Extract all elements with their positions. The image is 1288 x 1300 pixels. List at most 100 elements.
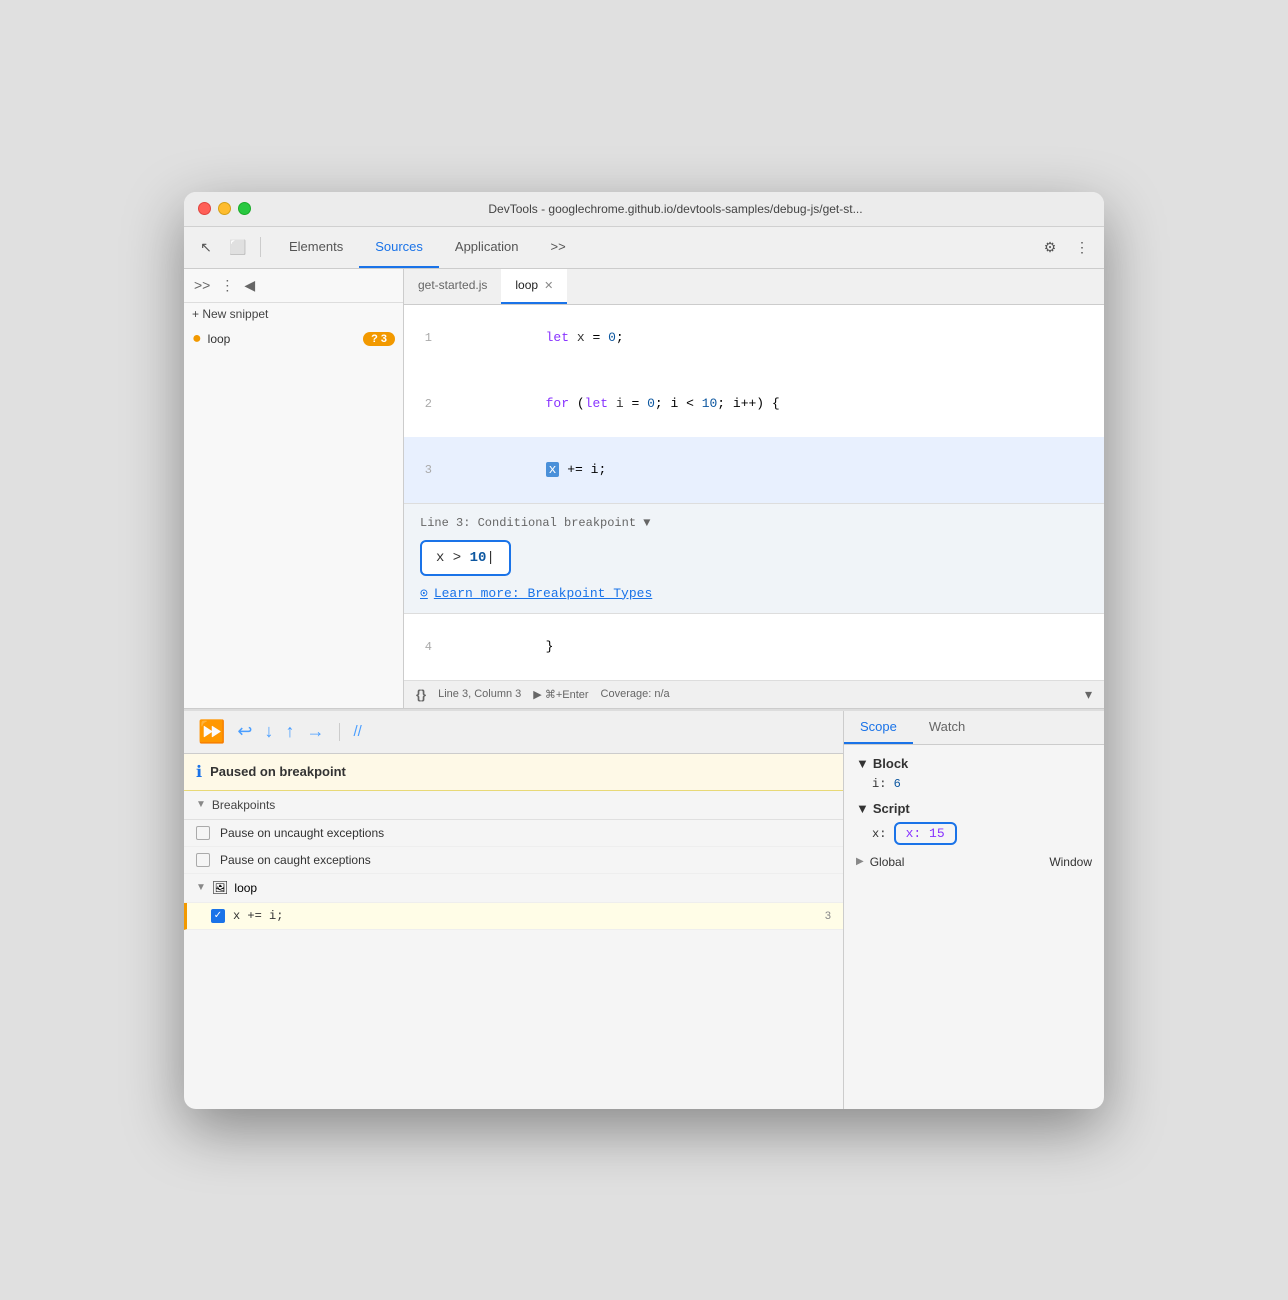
code-line-2: 2 for (let i = 0; i < 10; i++) {	[404, 371, 1104, 437]
scope-section-script: ▼ Script x: x: 15	[856, 798, 1092, 848]
scope-var-i: i: 6	[856, 774, 1092, 794]
line-code-4[interactable]: }	[444, 614, 1104, 680]
minimize-button[interactable]	[218, 202, 231, 215]
bp-popup-header: Line 3: Conditional breakpoint ▼	[420, 516, 1088, 530]
tab-close-icon[interactable]: ✕	[544, 279, 553, 292]
code-area: get-started.js loop ✕ 1 let x = 0;	[404, 269, 1104, 708]
code-tabs: get-started.js loop ✕	[404, 269, 1104, 305]
debug-separator	[339, 723, 340, 741]
line-code-1[interactable]: let x = 0;	[444, 305, 1104, 371]
global-label: Global	[870, 855, 905, 869]
more-panels-icon[interactable]: >>	[192, 275, 212, 295]
breakpoint-file-header[interactable]: ▼ 🖼 loop	[184, 874, 843, 903]
tab-elements[interactable]: Elements	[273, 227, 359, 268]
scope-tabs: Scope Watch	[844, 711, 1104, 745]
file-icon: ●	[192, 330, 202, 348]
sidebar-menu-icon[interactable]: ⋮	[218, 275, 236, 296]
line-number-2: 2	[404, 393, 444, 415]
deactivate-breakpoints-icon[interactable]: //	[352, 721, 364, 742]
breakpoints-section-header[interactable]: ▼ Breakpoints	[184, 791, 843, 820]
scope-section-block: ▼ Block i: 6	[856, 753, 1092, 794]
new-snippet-button[interactable]: + New snippet	[184, 303, 403, 325]
right-panel: Scope Watch ▼ Block i: 6	[844, 711, 1104, 1109]
traffic-lights	[198, 202, 251, 215]
line-code-3[interactable]: x += i;	[444, 437, 1104, 503]
step-over-button[interactable]: ↩	[235, 719, 254, 744]
pause-caught-label: Pause on caught exceptions	[220, 853, 371, 867]
line-number-1: 1	[404, 327, 444, 349]
line-number-3: 3	[404, 459, 444, 481]
code-line-3: 3 x += i;	[404, 437, 1104, 503]
breakpoint-file-name: loop	[234, 881, 257, 895]
tab-sources[interactable]: Sources	[359, 227, 439, 268]
header-right: ⚙ ⋮	[1036, 233, 1096, 261]
cursor-icon[interactable]: ↖	[192, 233, 220, 261]
maximize-button[interactable]	[238, 202, 251, 215]
tab-scope[interactable]: Scope	[844, 711, 913, 744]
scope-global[interactable]: ▶ Global Window	[856, 852, 1092, 872]
device-icon[interactable]: ⬜	[224, 233, 252, 261]
more-tabs-button[interactable]: >>	[535, 227, 582, 268]
left-panel: ⏩ ↩ ↓ ↑ → // ℹ Paused on breakpoint ▼ Br…	[184, 711, 844, 1109]
x-value-box: x: 15	[894, 822, 957, 845]
pause-uncaught-label: Pause on uncaught exceptions	[220, 826, 384, 840]
coverage-label: Coverage: n/a	[601, 688, 670, 700]
code-line-4: 4 }	[404, 614, 1104, 680]
global-value: Window	[1049, 855, 1092, 869]
more-options-icon[interactable]: ⋮	[1068, 233, 1096, 261]
run-button[interactable]: ▶ ⌘+Enter	[533, 688, 588, 701]
info-icon: ℹ	[196, 762, 202, 782]
pause-caught-item[interactable]: Pause on caught exceptions	[184, 847, 843, 874]
pause-caught-checkbox[interactable]	[196, 853, 210, 867]
step-into-button[interactable]: ↓	[263, 719, 276, 744]
file-toggle-icon: ▼	[196, 882, 206, 893]
scope-section-title-script[interactable]: ▼ Script	[856, 798, 1092, 819]
paused-info-bar: ℹ Paused on breakpoint	[184, 754, 843, 791]
breakpoint-badge: ? 3	[363, 332, 395, 346]
step-button[interactable]: →	[305, 719, 327, 744]
sidebar-header: >> ⋮ ◀	[184, 269, 403, 303]
file-name: loop	[208, 332, 357, 346]
breakpoint-input[interactable]: x > 10|	[420, 540, 511, 576]
cursor-position: Line 3, Column 3	[438, 688, 521, 700]
scope-section-title-block[interactable]: ▼ Block	[856, 753, 1092, 774]
breakpoint-line-num: 3	[825, 910, 831, 922]
sources-sidebar: >> ⋮ ◀ + New snippet ● loop ? 3	[184, 269, 404, 708]
code-tab-get-started[interactable]: get-started.js	[404, 269, 501, 304]
coverage-dropdown[interactable]: ▾	[1085, 686, 1092, 703]
pause-uncaught-checkbox[interactable]	[196, 826, 210, 840]
tab-application[interactable]: Application	[439, 227, 535, 268]
close-button[interactable]	[198, 202, 211, 215]
code-tab-loop[interactable]: loop ✕	[501, 269, 567, 304]
pause-uncaught-item[interactable]: Pause on uncaught exceptions	[184, 820, 843, 847]
devtools-header: ↖ ⬜ Elements Sources Application >> ⚙ ⋮	[184, 227, 1104, 269]
format-braces[interactable]: {}	[416, 687, 426, 702]
title-bar: DevTools - googlechrome.github.io/devtoo…	[184, 192, 1104, 227]
code-content: 1 let x = 0; 2 for (let i = 0; i < 10; i…	[404, 305, 1104, 680]
breakpoint-code: x += i;	[233, 909, 817, 923]
breakpoint-line-item[interactable]: ✓ x += i; 3	[184, 903, 843, 930]
bottom-panel: ⏩ ↩ ↓ ↑ → // ℹ Paused on breakpoint ▼ Br…	[184, 709, 1104, 1109]
debug-controls: ⏩ ↩ ↓ ↑ → //	[184, 711, 843, 754]
window-title: DevTools - googlechrome.github.io/devtoo…	[261, 202, 1090, 216]
settings-icon[interactable]: ⚙	[1036, 233, 1064, 261]
breakpoint-popup: Line 3: Conditional breakpoint ▼ x > 10|…	[404, 503, 1104, 614]
sources-area: >> ⋮ ◀ + New snippet ● loop ? 3 get-st	[184, 269, 1104, 709]
scope-var-x: x: x: 15	[856, 819, 1092, 848]
back-icon[interactable]: ◀	[242, 275, 257, 296]
main-tabs: Elements Sources Application >>	[273, 227, 582, 268]
code-line-1: 1 let x = 0;	[404, 305, 1104, 371]
learn-more-link[interactable]: ⊙ Learn more: Breakpoint Types	[420, 586, 1088, 601]
step-out-button[interactable]: ↑	[284, 719, 297, 744]
file-item-loop[interactable]: ● loop ? 3	[184, 325, 403, 353]
scope-content: ▼ Block i: 6 ▼ Script x:	[844, 745, 1104, 880]
header-separator	[260, 237, 261, 257]
section-toggle-icon: ▼	[196, 799, 206, 810]
breakpoint-checkbox[interactable]: ✓	[211, 909, 225, 923]
tab-watch[interactable]: Watch	[913, 711, 981, 744]
file-small-icon: 🖼	[212, 880, 229, 896]
line-number-4: 4	[404, 636, 444, 658]
line-code-2[interactable]: for (let i = 0; i < 10; i++) {	[444, 371, 1104, 437]
devtools-window: DevTools - googlechrome.github.io/devtoo…	[184, 192, 1104, 1109]
resume-button[interactable]: ⏩	[196, 717, 227, 747]
